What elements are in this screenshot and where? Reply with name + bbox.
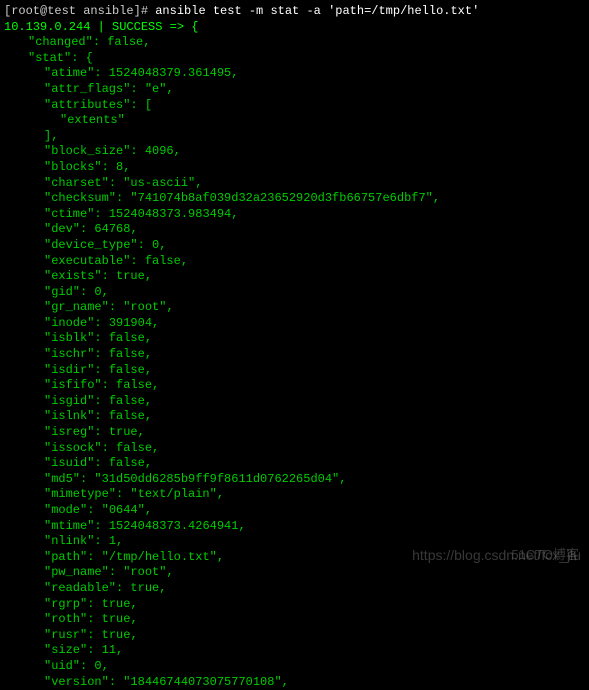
kv-mtime: "mtime": 1524048373.4264941, <box>4 519 585 535</box>
kv-ischr: "ischr": false, <box>4 347 585 363</box>
kv-attr-flags: "attr_flags": "e", <box>4 82 585 98</box>
kv-stat-open: "stat": { <box>4 51 585 67</box>
kv-ctime: "ctime": 1524048373.983494, <box>4 207 585 223</box>
prompt-prefix: [root@test ansible]# <box>4 4 155 18</box>
kv-isgid: "isgid": false, <box>4 394 585 410</box>
kv-changed: "changed": false, <box>4 35 585 51</box>
kv-readable: "readable": true, <box>4 581 585 597</box>
kv-attributes-close: ], <box>4 129 585 145</box>
kv-islnk: "islnk": false, <box>4 409 585 425</box>
kv-blocks: "blocks": 8, <box>4 160 585 176</box>
kv-issock: "issock": false, <box>4 441 585 457</box>
kv-checksum: "checksum": "741074b8af039d32a23652920d3… <box>4 191 585 207</box>
kv-gid: "gid": 0, <box>4 285 585 301</box>
kv-isuid: "isuid": false, <box>4 456 585 472</box>
kv-gr-name: "gr_name": "root", <box>4 300 585 316</box>
kv-mimetype: "mimetype": "text/plain", <box>4 487 585 503</box>
kv-atime: "atime": 1524048379.361495, <box>4 66 585 82</box>
kv-isblk: "isblk": false, <box>4 331 585 347</box>
kv-version: "version": "18446744073075770108", <box>4 675 585 690</box>
kv-dev: "dev": 64768, <box>4 222 585 238</box>
kv-attributes-item: "extents" <box>4 113 585 129</box>
kv-size: "size": 11, <box>4 643 585 659</box>
kv-executable: "executable": false, <box>4 254 585 270</box>
kv-mode: "mode": "0644", <box>4 503 585 519</box>
result-header: 10.139.0.244 | SUCCESS => { <box>4 20 585 36</box>
kv-pw-name: "pw_name": "root", <box>4 565 585 581</box>
kv-exists: "exists": true, <box>4 269 585 285</box>
kv-charset: "charset": "us-ascii", <box>4 176 585 192</box>
kv-roth: "roth": true, <box>4 612 585 628</box>
kv-inode: "inode": 391904, <box>4 316 585 332</box>
kv-isdir: "isdir": false, <box>4 363 585 379</box>
kv-rgrp: "rgrp": true, <box>4 597 585 613</box>
command-text: ansible test -m stat -a 'path=/tmp/hello… <box>155 4 479 18</box>
kv-uid: "uid": 0, <box>4 659 585 675</box>
kv-block-size: "block_size": 4096, <box>4 144 585 160</box>
watermark-text-2: 51CTO博客 <box>511 547 579 564</box>
kv-md5: "md5": "31d50dd6285b9ff9f8611d0762265d04… <box>4 472 585 488</box>
kv-device-type: "device_type": 0, <box>4 238 585 254</box>
command-line: [root@test ansible]# ansible test -m sta… <box>4 4 585 20</box>
kv-isreg: "isreg": true, <box>4 425 585 441</box>
kv-isfifo: "isfifo": false, <box>4 378 585 394</box>
kv-rusr: "rusr": true, <box>4 628 585 644</box>
kv-attributes-open: "attributes": [ <box>4 98 585 114</box>
